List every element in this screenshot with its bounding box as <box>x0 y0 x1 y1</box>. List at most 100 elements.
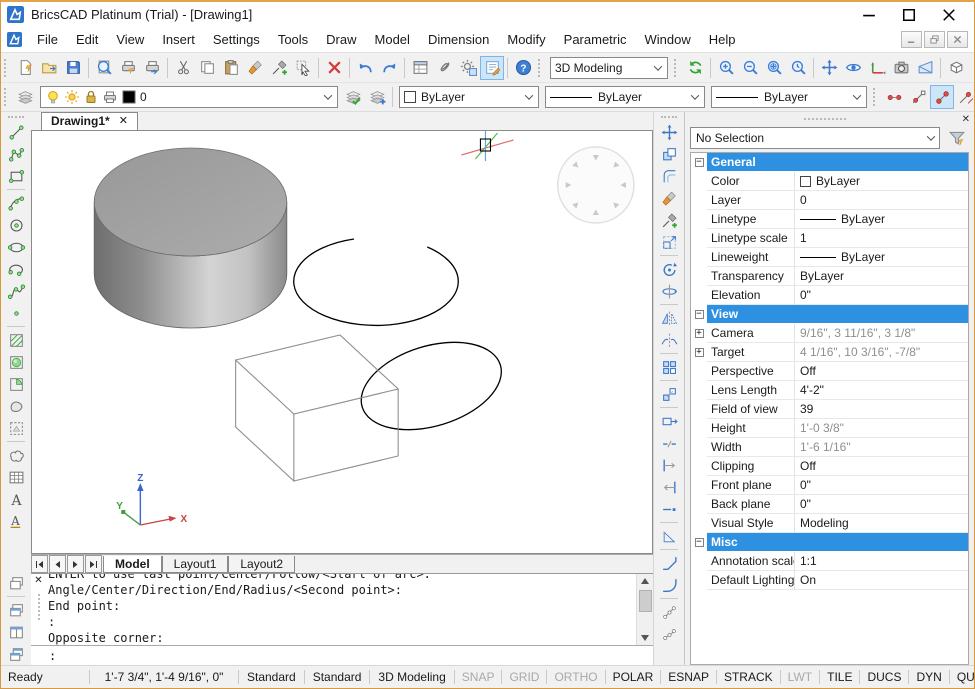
property-value[interactable]: 1'-0 3/8" <box>795 419 968 438</box>
property-row[interactable]: Layer0 <box>691 191 968 210</box>
property-row[interactable]: ClippingOff <box>691 457 968 476</box>
revision-cloud-icon[interactable] <box>4 444 28 466</box>
chain-2-icon[interactable] <box>657 623 681 645</box>
toolbar-grip[interactable] <box>661 116 677 118</box>
property-value[interactable]: ByLayer <box>795 248 968 267</box>
linetype-select[interactable]: ByLayer <box>545 86 705 108</box>
copy-obj-icon[interactable] <box>657 143 681 165</box>
copy-properties-icon[interactable] <box>657 209 681 231</box>
property-row[interactable]: Visual StyleModeling <box>691 514 968 533</box>
wireframe-box[interactable] <box>236 335 399 481</box>
command-input[interactable]: : <box>31 645 653 665</box>
selection-filter-select[interactable]: No Selection <box>690 127 940 149</box>
copy-icon[interactable] <box>195 56 219 80</box>
menu-edit[interactable]: Edit <box>67 28 107 51</box>
toggle-lwt[interactable]: LWT <box>781 670 819 684</box>
property-value[interactable]: On <box>795 571 968 590</box>
pan-icon[interactable] <box>817 56 841 80</box>
scroll-down-icon[interactable] <box>641 635 649 641</box>
app-menu-icon[interactable] <box>7 32 22 47</box>
mdi-restore-icon[interactable] <box>924 31 945 48</box>
layout-tab-model[interactable]: Model <box>103 556 162 573</box>
zoom-out-icon[interactable] <box>738 56 762 80</box>
command-grip[interactable] <box>38 594 40 620</box>
toggle-ducs[interactable]: DUCS <box>860 670 908 684</box>
property-row[interactable]: Elevation0" <box>691 286 968 305</box>
property-row[interactable]: ColorByLayer <box>691 172 968 191</box>
toggle-quad[interactable]: QUAD <box>950 670 975 684</box>
polyline-icon[interactable] <box>4 143 28 165</box>
menu-dimension[interactable]: Dimension <box>419 28 498 51</box>
attachments-icon[interactable] <box>432 56 456 80</box>
property-row[interactable]: Height1'-0 3/8" <box>691 419 968 438</box>
property-row[interactable]: Front plane0" <box>691 476 968 495</box>
property-row[interactable]: Lens Length4'-2" <box>691 381 968 400</box>
prev-tab-icon[interactable] <box>49 555 66 573</box>
point-icon[interactable] <box>4 302 28 324</box>
property-value[interactable]: 0 <box>795 191 968 210</box>
wipeout-icon[interactable] <box>4 417 28 439</box>
property-value[interactable]: ByLayer <box>795 210 968 229</box>
rotate-3d-icon[interactable] <box>657 280 681 302</box>
layout-tab-layout1[interactable]: Layout1 <box>162 556 229 573</box>
fillet-icon[interactable] <box>657 574 681 596</box>
close-command-icon[interactable]: ✕ <box>34 576 42 586</box>
lineweight-select[interactable]: ByLayer <box>711 86 867 108</box>
print-icon[interactable] <box>116 56 140 80</box>
property-row[interactable]: +Camera9/16", 3 11/16", 3 1/8" <box>691 324 968 343</box>
line-icon[interactable] <box>4 121 28 143</box>
toolbar-grip[interactable] <box>873 88 878 106</box>
toggle-dyn[interactable]: DYN <box>909 670 948 684</box>
solid-cylinder[interactable] <box>94 148 287 328</box>
mirror-icon[interactable] <box>657 307 681 329</box>
window-cascade-icon[interactable] <box>4 572 28 594</box>
property-value[interactable]: Off <box>795 457 968 476</box>
property-value[interactable]: Modeling <box>795 514 968 533</box>
property-row[interactable]: LinetypeByLayer <box>691 210 968 229</box>
arc-icon[interactable] <box>4 192 28 214</box>
command-scrollbar[interactable] <box>636 574 653 645</box>
menu-view[interactable]: View <box>107 28 153 51</box>
regen-icon[interactable] <box>683 56 707 80</box>
property-value[interactable]: 1 <box>795 229 968 248</box>
window-tile-h-icon[interactable] <box>4 599 28 621</box>
pt-multiple-icon[interactable] <box>882 85 906 109</box>
pt-measure-icon[interactable] <box>930 85 954 109</box>
panel-grip[interactable] <box>689 118 962 120</box>
property-value[interactable]: 0" <box>795 476 968 495</box>
spline-icon[interactable] <box>4 280 28 302</box>
rectangle-icon[interactable] <box>4 165 28 187</box>
filter-icon[interactable] <box>945 127 969 149</box>
undo-icon[interactable] <box>353 56 377 80</box>
array-icon[interactable] <box>657 356 681 378</box>
view-dial[interactable] <box>558 147 634 223</box>
region-icon[interactable] <box>4 395 28 417</box>
collapse-icon[interactable]: − <box>695 310 704 319</box>
chain-1-icon[interactable] <box>657 601 681 623</box>
toggle-snap[interactable]: SNAP <box>455 670 502 684</box>
cut-icon[interactable] <box>171 56 195 80</box>
text-style-field[interactable]: Standard <box>239 670 304 684</box>
layout-tab-layout2[interactable]: Layout2 <box>228 556 295 573</box>
toggle-ortho[interactable]: ORTHO <box>547 670 604 684</box>
open-icon[interactable] <box>37 56 61 80</box>
toolbar-grip[interactable] <box>674 59 679 77</box>
boundary-icon[interactable] <box>4 373 28 395</box>
new-drawing-icon[interactable] <box>13 56 37 80</box>
property-row[interactable]: TransparencyByLayer <box>691 267 968 286</box>
lengthen-icon[interactable] <box>657 498 681 520</box>
taper-icon[interactable] <box>657 525 681 547</box>
zoom-in-icon[interactable] <box>714 56 738 80</box>
menu-help[interactable]: Help <box>700 28 745 51</box>
property-row[interactable]: +Target4 1/16", 10 3/16", -7/8" <box>691 343 968 362</box>
property-value[interactable]: ByLayer <box>795 267 968 286</box>
first-tab-icon[interactable] <box>31 555 48 573</box>
toggle-esnap[interactable]: ESNAP <box>661 670 716 684</box>
layers-icon[interactable] <box>13 85 37 109</box>
mdi-close-icon[interactable] <box>947 31 968 48</box>
collapse-icon[interactable]: − <box>695 538 704 547</box>
workspace-select[interactable]: 3D Modeling <box>550 57 668 79</box>
help-icon[interactable]: ? <box>511 56 535 80</box>
extend-icon[interactable] <box>657 476 681 498</box>
trim-icon[interactable] <box>657 454 681 476</box>
